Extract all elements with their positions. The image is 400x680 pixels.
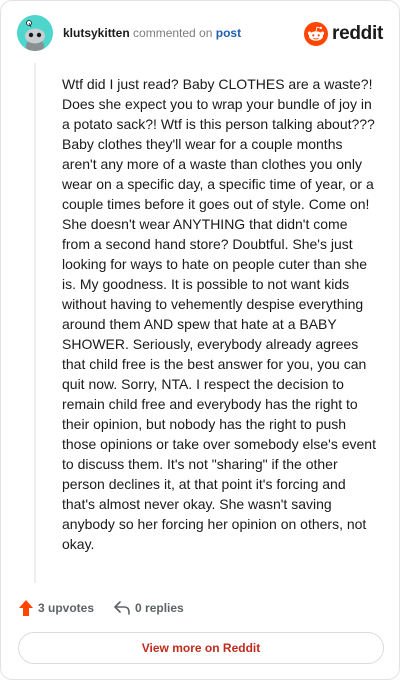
comment-meta: klutsykitten commented on post xyxy=(63,26,241,40)
comment-header: klutsykitten commented on post reddit xyxy=(17,15,383,53)
reply-button[interactable]: 0 replies xyxy=(114,601,184,615)
reddit-brand[interactable]: reddit xyxy=(304,21,383,47)
upvote-button[interactable]: 3 upvotes xyxy=(19,600,94,616)
thread-line xyxy=(34,63,36,583)
upvote-count: 3 upvotes xyxy=(38,601,95,615)
reply-arrow-icon xyxy=(114,601,130,615)
comment-body: Wtf did I just read? Baby CLOTHES are a … xyxy=(62,76,376,552)
post-link[interactable]: post xyxy=(216,26,241,40)
view-more-button[interactable]: View more on Reddit xyxy=(18,632,384,664)
snoo-avatar-icon[interactable] xyxy=(17,15,53,51)
comment-card: klutsykitten commented on post reddit Wt… xyxy=(0,0,400,680)
comment-footer: 3 upvotes 0 replies xyxy=(19,598,184,618)
username-link[interactable]: klutsykitten xyxy=(63,26,130,40)
reddit-logo-icon xyxy=(304,22,329,46)
brand-wordmark: reddit xyxy=(332,23,383,44)
action-text: commented on xyxy=(133,26,213,40)
upvote-arrow-icon xyxy=(19,600,33,616)
reply-count: 0 replies xyxy=(135,601,184,615)
